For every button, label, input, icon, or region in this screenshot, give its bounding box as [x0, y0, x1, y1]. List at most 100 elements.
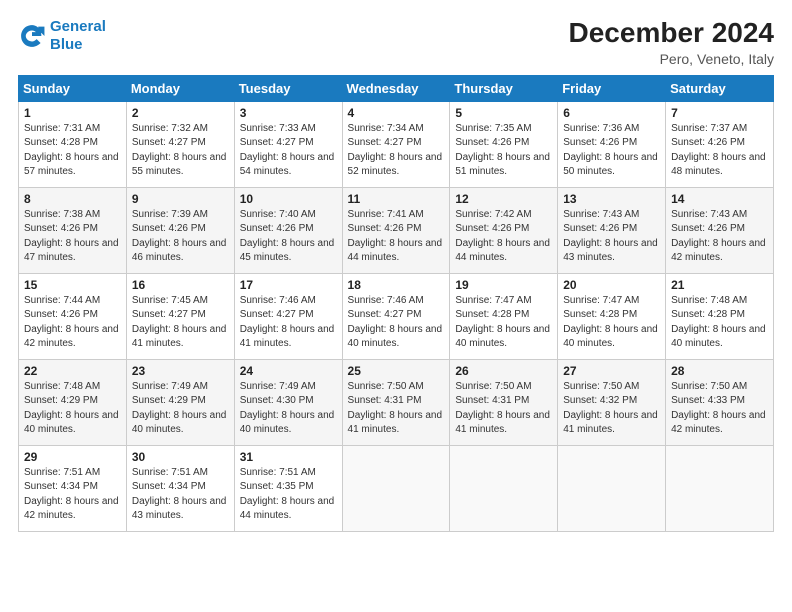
calendar-cell: 12 Sunrise: 7:42 AMSunset: 4:26 PMDayligh… [450, 187, 558, 273]
calendar-cell: 22 Sunrise: 7:48 AMSunset: 4:29 PMDayligh… [19, 359, 127, 445]
calendar-cell: 20 Sunrise: 7:47 AMSunset: 4:28 PMDayligh… [558, 273, 666, 359]
calendar-cell: 24Sunrise: 7:49 AMSunset: 4:30 PMDayligh… [234, 359, 342, 445]
calendar-cell: 28 Sunrise: 7:50 AMSunset: 4:33 PMDayligh… [666, 359, 774, 445]
calendar-cell: 31 Sunrise: 7:51 AMSunset: 4:35 PMDayligh… [234, 445, 342, 531]
calendar-cell: 3Sunrise: 7:33 AMSunset: 4:27 PMDaylight… [234, 101, 342, 187]
calendar-week-4: 22 Sunrise: 7:48 AMSunset: 4:29 PMDayligh… [19, 359, 774, 445]
day-info: Sunrise: 7:45 AMSunset: 4:27 PMDaylight:… [132, 294, 229, 352]
day-info: Sunrise: 7:46 AMSunset: 4:27 PMDaylight:… [348, 294, 445, 352]
calendar-cell: 19Sunrise: 7:47 AMSunset: 4:28 PMDayligh… [450, 273, 558, 359]
calendar-cell: 18 Sunrise: 7:46 AMSunset: 4:27 PMDayligh… [342, 273, 450, 359]
calendar-week-2: 8Sunrise: 7:38 AMSunset: 4:26 PMDaylight… [19, 187, 774, 273]
calendar-cell: 11 Sunrise: 7:41 AMSunset: 4:26 PMDayligh… [342, 187, 450, 273]
calendar-cell: 10 Sunrise: 7:40 AMSunset: 4:26 PMDayligh… [234, 187, 342, 273]
day-info: Sunrise: 7:32 AMSunset: 4:27 PMDaylight:… [132, 122, 229, 180]
calendar-cell: 26 Sunrise: 7:50 AMSunset: 4:31 PMDayligh… [450, 359, 558, 445]
day-info: Sunrise: 7:39 AMSunset: 4:26 PMDaylight:… [132, 208, 229, 266]
day-info: Sunrise: 7:44 AMSunset: 4:26 PMDaylight:… [24, 294, 121, 352]
day-number: 12 [455, 192, 552, 206]
logo-line1: General [50, 18, 106, 35]
day-number: 14 [671, 192, 768, 206]
header-row: SundayMondayTuesdayWednesdayThursdayFrid… [19, 75, 774, 101]
day-number: 28 [671, 364, 768, 378]
calendar-week-1: 1 Sunrise: 7:31 AMSunset: 4:28 PMDaylight… [19, 101, 774, 187]
day-info: Sunrise: 7:46 AMSunset: 4:27 PMDaylight:… [240, 294, 337, 352]
day-info: Sunrise: 7:41 AMSunset: 4:26 PMDaylight:… [348, 208, 445, 266]
day-info: Sunrise: 7:33 AMSunset: 4:27 PMDaylight:… [240, 122, 337, 180]
day-number: 29 [24, 450, 121, 464]
day-number: 22 [24, 364, 121, 378]
logo-icon [18, 22, 46, 50]
day-info: Sunrise: 7:50 AMSunset: 4:33 PMDaylight:… [671, 380, 768, 438]
day-number: 15 [24, 278, 121, 292]
calendar-cell [450, 445, 558, 531]
day-info: Sunrise: 7:31 AMSunset: 4:28 PMDaylight:… [24, 122, 121, 180]
day-number: 20 [563, 278, 660, 292]
calendar-week-5: 29 Sunrise: 7:51 AMSunset: 4:34 PMDayligh… [19, 445, 774, 531]
day-number: 16 [132, 278, 229, 292]
subtitle: Pero, Veneto, Italy [569, 51, 774, 67]
calendar-cell: 25 Sunrise: 7:50 AMSunset: 4:31 PMDayligh… [342, 359, 450, 445]
page: General Blue December 2024 Pero, Veneto,… [0, 0, 792, 612]
day-number: 1 [24, 106, 121, 120]
calendar-cell: 6 Sunrise: 7:36 AMSunset: 4:26 PMDaylight… [558, 101, 666, 187]
weekday-header-tuesday: Tuesday [234, 75, 342, 101]
calendar-header: SundayMondayTuesdayWednesdayThursdayFrid… [19, 75, 774, 101]
calendar-cell: 4 Sunrise: 7:34 AMSunset: 4:27 PMDaylight… [342, 101, 450, 187]
day-info: Sunrise: 7:48 AMSunset: 4:29 PMDaylight:… [24, 380, 121, 438]
day-info: Sunrise: 7:51 AMSunset: 4:34 PMDaylight:… [24, 466, 121, 524]
calendar-cell: 15 Sunrise: 7:44 AMSunset: 4:26 PMDayligh… [19, 273, 127, 359]
logo-line2: Blue [50, 36, 83, 53]
day-info: Sunrise: 7:42 AMSunset: 4:26 PMDaylight:… [455, 208, 552, 266]
calendar-cell: 27Sunrise: 7:50 AMSunset: 4:32 PMDayligh… [558, 359, 666, 445]
calendar-cell: 29 Sunrise: 7:51 AMSunset: 4:34 PMDayligh… [19, 445, 127, 531]
day-number: 9 [132, 192, 229, 206]
day-info: Sunrise: 7:43 AMSunset: 4:26 PMDaylight:… [563, 208, 660, 266]
logo: General Blue [18, 18, 106, 54]
weekday-header-wednesday: Wednesday [342, 75, 450, 101]
weekday-header-friday: Friday [558, 75, 666, 101]
logo-text: General Blue [50, 18, 106, 54]
day-info: Sunrise: 7:40 AMSunset: 4:26 PMDaylight:… [240, 208, 337, 266]
day-info: Sunrise: 7:36 AMSunset: 4:26 PMDaylight:… [563, 122, 660, 180]
day-info: Sunrise: 7:51 AMSunset: 4:34 PMDaylight:… [132, 466, 229, 524]
day-number: 26 [455, 364, 552, 378]
calendar-cell: 1 Sunrise: 7:31 AMSunset: 4:28 PMDaylight… [19, 101, 127, 187]
day-info: Sunrise: 7:48 AMSunset: 4:28 PMDaylight:… [671, 294, 768, 352]
main-title: December 2024 [569, 18, 774, 49]
day-info: Sunrise: 7:43 AMSunset: 4:26 PMDaylight:… [671, 208, 768, 266]
calendar-cell: 7Sunrise: 7:37 AMSunset: 4:26 PMDaylight… [666, 101, 774, 187]
calendar-cell: 8Sunrise: 7:38 AMSunset: 4:26 PMDaylight… [19, 187, 127, 273]
weekday-header-thursday: Thursday [450, 75, 558, 101]
day-number: 25 [348, 364, 445, 378]
day-number: 31 [240, 450, 337, 464]
day-number: 6 [563, 106, 660, 120]
day-info: Sunrise: 7:50 AMSunset: 4:31 PMDaylight:… [348, 380, 445, 438]
day-number: 24 [240, 364, 337, 378]
calendar-body: 1 Sunrise: 7:31 AMSunset: 4:28 PMDaylight… [19, 101, 774, 531]
calendar-cell: 2Sunrise: 7:32 AMSunset: 4:27 PMDaylight… [126, 101, 234, 187]
calendar-cell: 21Sunrise: 7:48 AMSunset: 4:28 PMDayligh… [666, 273, 774, 359]
day-info: Sunrise: 7:34 AMSunset: 4:27 PMDaylight:… [348, 122, 445, 180]
calendar-cell: 23 Sunrise: 7:49 AMSunset: 4:29 PMDayligh… [126, 359, 234, 445]
day-number: 11 [348, 192, 445, 206]
calendar-cell [558, 445, 666, 531]
day-number: 10 [240, 192, 337, 206]
day-number: 23 [132, 364, 229, 378]
day-number: 18 [348, 278, 445, 292]
day-number: 30 [132, 450, 229, 464]
day-number: 5 [455, 106, 552, 120]
title-block: December 2024 Pero, Veneto, Italy [569, 18, 774, 67]
day-number: 13 [563, 192, 660, 206]
calendar-cell [342, 445, 450, 531]
day-number: 19 [455, 278, 552, 292]
calendar-cell: 9 Sunrise: 7:39 AMSunset: 4:26 PMDaylight… [126, 187, 234, 273]
day-number: 7 [671, 106, 768, 120]
day-info: Sunrise: 7:50 AMSunset: 4:31 PMDaylight:… [455, 380, 552, 438]
day-number: 4 [348, 106, 445, 120]
day-info: Sunrise: 7:47 AMSunset: 4:28 PMDaylight:… [563, 294, 660, 352]
calendar-cell: 16 Sunrise: 7:45 AMSunset: 4:27 PMDayligh… [126, 273, 234, 359]
day-info: Sunrise: 7:51 AMSunset: 4:35 PMDaylight:… [240, 466, 337, 524]
day-info: Sunrise: 7:49 AMSunset: 4:29 PMDaylight:… [132, 380, 229, 438]
calendar-cell: 30 Sunrise: 7:51 AMSunset: 4:34 PMDayligh… [126, 445, 234, 531]
